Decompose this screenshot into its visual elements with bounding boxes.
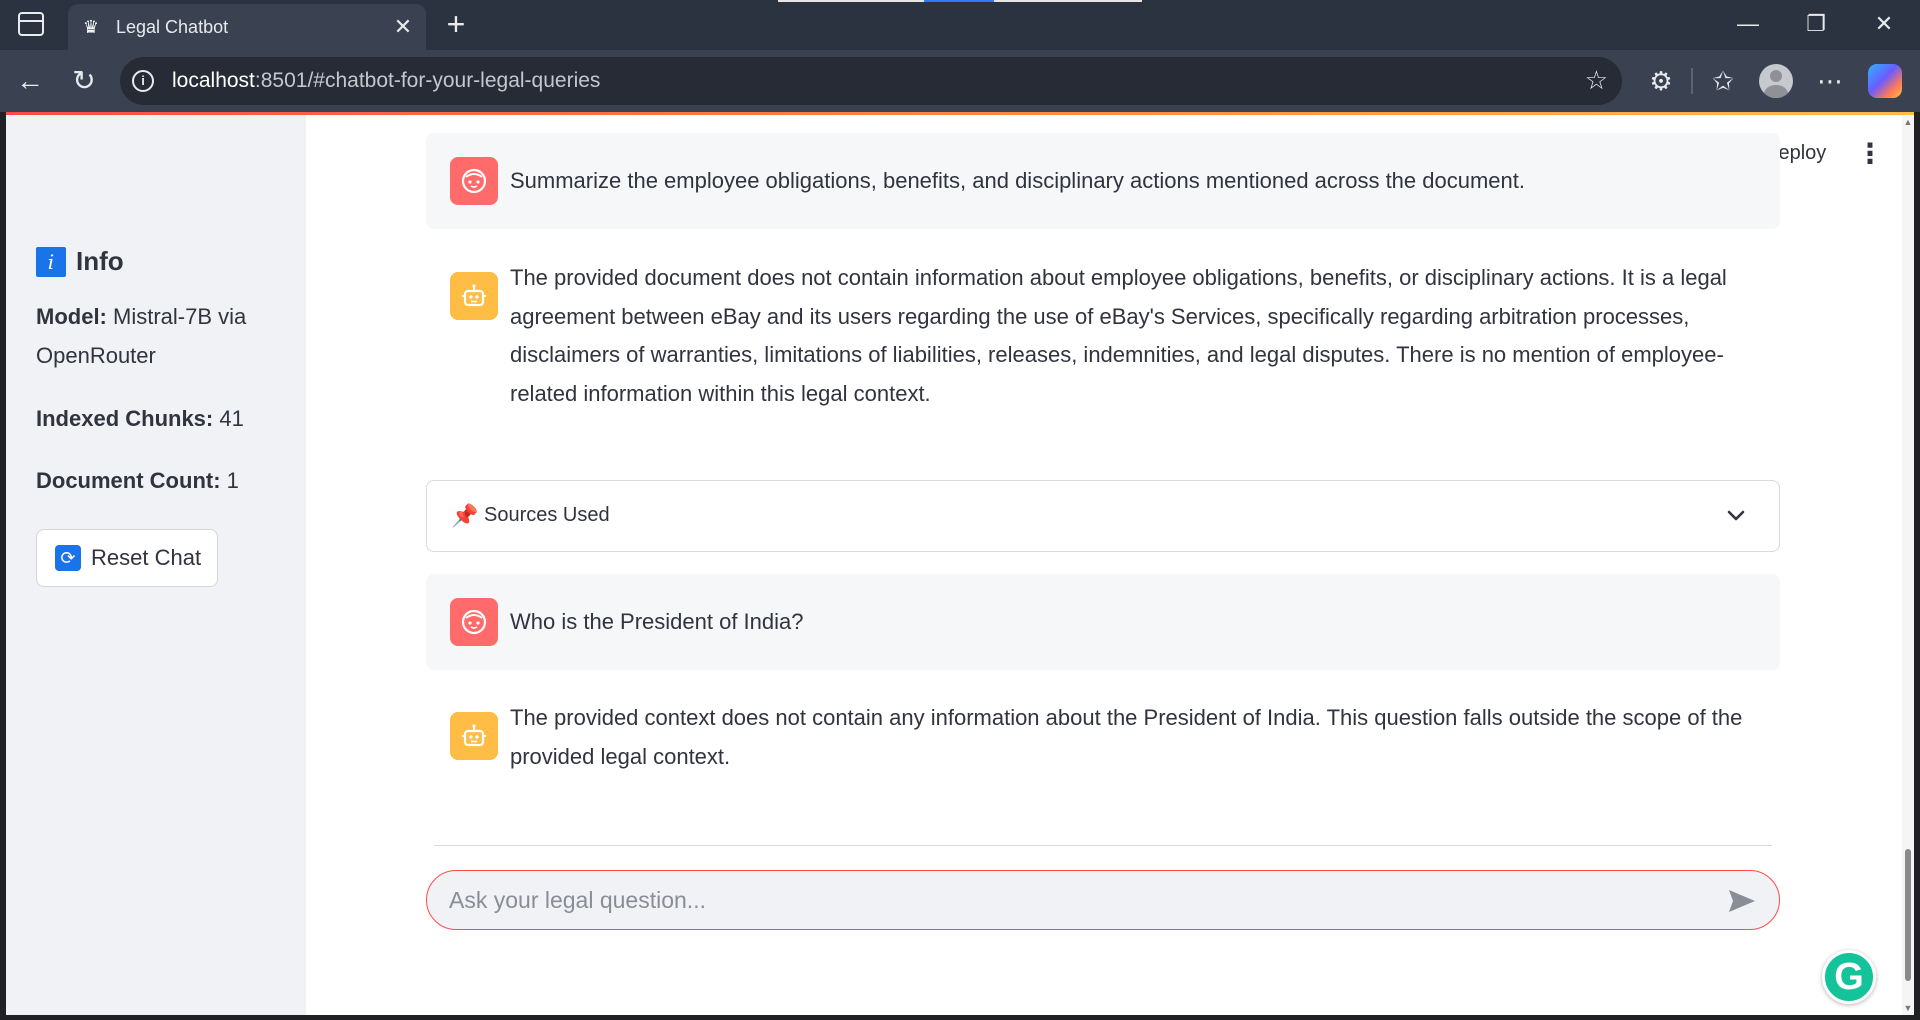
scroll-thumb[interactable]	[1905, 849, 1911, 981]
scroll-down-icon[interactable]: ▼	[1902, 1001, 1914, 1015]
page-scrollbar[interactable]: ▲ ▼	[1902, 115, 1914, 1015]
close-window-button[interactable]: ✕	[1862, 6, 1906, 42]
toolbar-separator	[1691, 68, 1693, 94]
browser-toolbar: ← ↻ i localhost:8501/#chatbot-for-your-l…	[0, 50, 1920, 112]
message-text: Who is the President of India?	[510, 609, 804, 634]
chunks-info: Indexed Chunks: 41	[36, 399, 286, 438]
info-icon: i	[36, 246, 66, 277]
chat-input-container	[426, 870, 1780, 930]
loading-indicator	[778, 0, 1142, 2]
message-text: The provided document does not contain i…	[510, 265, 1727, 406]
new-tab-button[interactable]: +	[438, 6, 474, 42]
bot-avatar-icon	[450, 712, 498, 760]
message-text: Summarize the employee obligations, bene…	[510, 168, 1525, 193]
chat-divider	[434, 845, 1772, 846]
main-menu-icon[interactable]: ⋮	[1856, 140, 1884, 170]
pushpin-icon: 📌	[451, 503, 479, 528]
send-icon[interactable]	[1727, 887, 1757, 915]
bot-avatar-icon	[450, 272, 498, 320]
user-avatar-icon	[450, 598, 498, 646]
close-tab-icon[interactable]: ✕	[390, 14, 416, 40]
minimize-button[interactable]: —	[1726, 6, 1770, 42]
favorites-icon[interactable]: ✩	[1705, 63, 1741, 99]
model-label: Model:	[36, 304, 107, 329]
user-avatar-icon	[450, 157, 498, 205]
reset-chat-button[interactable]: ⟳ Reset Chat	[36, 529, 218, 587]
docs-label: Document Count:	[36, 468, 221, 493]
address-bar[interactable]: i localhost:8501/#chatbot-for-your-legal…	[120, 57, 1622, 105]
chat-message-user: Summarize the employee obligations, bene…	[426, 133, 1780, 229]
page-viewport: i Info Model: Mistral-7B via OpenRouter …	[6, 112, 1914, 1015]
more-menu-icon[interactable]: ⋯	[1812, 63, 1848, 99]
refresh-icon: ⟳	[55, 545, 81, 571]
browser-titlebar: ♛ Legal Chatbot ✕ + — ❐ ✕	[0, 0, 1920, 50]
chevron-down-icon	[1727, 510, 1745, 521]
crown-icon: ♛	[82, 17, 100, 37]
docs-value: 1	[226, 468, 239, 493]
model-info: Model: Mistral-7B via OpenRouter	[36, 297, 286, 375]
restore-button[interactable]: ❐	[1794, 6, 1838, 42]
reset-chat-label: Reset Chat	[91, 545, 202, 570]
sources-expander[interactable]: 📌 Sources Used	[426, 480, 1780, 552]
document-count-info: Document Count: 1	[36, 461, 286, 500]
copilot-icon[interactable]	[1868, 64, 1902, 98]
chat-input[interactable]	[449, 883, 1699, 917]
message-text: The provided context does not contain an…	[510, 705, 1743, 769]
favorite-star-icon[interactable]: ☆	[1585, 65, 1608, 96]
chat-message-user: Who is the President of India?	[426, 574, 1780, 670]
sidebar-header: i Info	[36, 246, 124, 277]
sidebar: i Info Model: Mistral-7B via OpenRouter …	[6, 115, 306, 1015]
site-info-icon[interactable]: i	[132, 70, 154, 92]
sources-label: Sources Used	[484, 504, 610, 526]
tab-title: Legal Chatbot	[116, 17, 229, 37]
chunks-value: 41	[219, 406, 244, 431]
back-button[interactable]: ←	[12, 63, 48, 99]
chat-message-assistant: The provided context does not contain an…	[426, 690, 1780, 790]
profile-avatar-icon[interactable]	[1759, 64, 1793, 98]
extensions-icon[interactable]: ⚙	[1643, 63, 1679, 99]
sidebar-title: Info	[76, 246, 124, 276]
chunks-label: Indexed Chunks:	[36, 406, 214, 431]
scroll-up-icon[interactable]: ▲	[1902, 115, 1914, 129]
grammarly-icon[interactable]: G	[1822, 950, 1876, 1004]
sidebar-toggle-icon[interactable]	[18, 12, 44, 36]
url-text[interactable]: localhost:8501/#chatbot-for-your-legal-q…	[172, 69, 600, 93]
browser-tab[interactable]: ♛ Legal Chatbot ✕	[68, 4, 426, 50]
reload-button[interactable]: ↻	[66, 63, 102, 99]
chat-message-assistant: The provided document does not contain i…	[426, 249, 1780, 459]
